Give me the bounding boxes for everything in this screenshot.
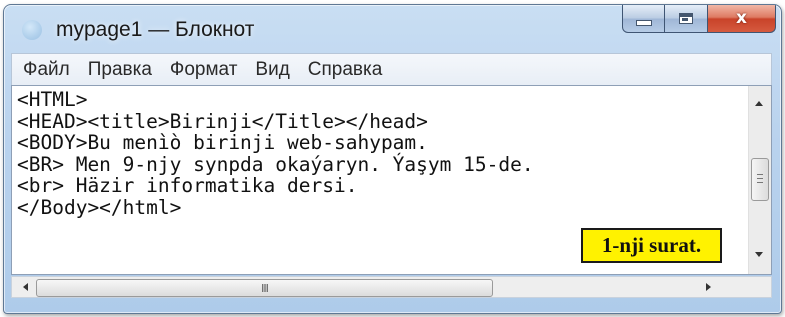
minimize-icon <box>635 19 652 26</box>
arrow-left-icon[interactable] <box>23 283 28 291</box>
scroll-grip: III <box>261 281 269 295</box>
vertical-scrollbar[interactable] <box>748 86 771 274</box>
grip-line <box>757 182 763 183</box>
arrow-down-icon[interactable] <box>755 252 763 257</box>
document-text[interactable]: <HTML> <HEAD><title>Birinji</Title></hea… <box>17 89 534 218</box>
window-title: mypage1 — Блокнот <box>56 18 255 41</box>
menu-help[interactable]: Справка <box>308 59 383 81</box>
close-icon: x <box>736 8 747 28</box>
notepad-window: mypage1 — Блокнот x Файл Правка Формат В… <box>3 4 782 314</box>
text-line: <HEAD><title>Birinji</Title></head> <box>17 109 428 133</box>
arrow-right-icon[interactable] <box>706 283 711 291</box>
minimize-button[interactable] <box>622 5 665 33</box>
arrow-up-icon[interactable] <box>755 101 763 106</box>
close-button[interactable]: x <box>708 5 776 33</box>
text-line: <HTML> <box>17 88 88 111</box>
menu-edit[interactable]: Правка <box>88 59 152 81</box>
menu-bar: Файл Правка Формат Вид Справка <box>11 53 772 85</box>
text-line: <BR> Men 9-njy synpda okaýaryn. Ýaşym 15… <box>17 152 534 176</box>
maximize-icon <box>679 13 693 24</box>
notepad-app-icon[interactable] <box>22 20 42 40</box>
maximize-button[interactable] <box>665 5 708 33</box>
grip-line <box>757 178 763 179</box>
horizontal-scrollbar[interactable]: III <box>11 276 772 298</box>
grip-line <box>757 174 763 175</box>
text-line: <BODY>Bu menìò birinji web-sahypam. <box>17 131 428 154</box>
window-controls: x <box>622 5 776 35</box>
menu-file[interactable]: Файл <box>23 59 70 81</box>
menu-format[interactable]: Формат <box>170 59 238 81</box>
horizontal-scroll-thumb[interactable]: III <box>36 279 493 297</box>
vertical-scroll-thumb[interactable] <box>751 158 769 201</box>
text-line: </Body></html> <box>17 195 182 219</box>
figure-caption: 1-nji surat. <box>581 228 722 263</box>
text-line: <br> Häzir informatika dersi. <box>17 174 358 197</box>
menu-view[interactable]: Вид <box>255 59 289 81</box>
